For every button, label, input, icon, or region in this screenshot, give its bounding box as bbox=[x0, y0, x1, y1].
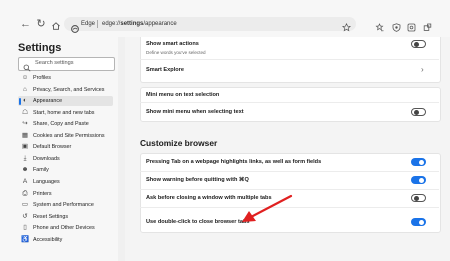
edge-logo-icon bbox=[71, 20, 79, 33]
url-text: edge://settings/appearance bbox=[102, 21, 177, 27]
annotation-arrow-icon bbox=[242, 194, 293, 222]
phone-icon: ▯ bbox=[23, 224, 27, 232]
favorite-star-icon[interactable] bbox=[341, 19, 352, 32]
back-arrow-icon[interactable]: ← bbox=[20, 19, 31, 30]
sidebar-item-privacy-search-and-services[interactable]: Privacy, Search, and Services bbox=[33, 86, 105, 94]
sidebar-item-profiles[interactable]: Profiles bbox=[33, 74, 51, 82]
row-divider bbox=[140, 189, 439, 190]
sidebar-title: Settings bbox=[18, 42, 62, 54]
double-click-close-label: Use double-click to close browser tabs bbox=[146, 219, 250, 225]
sidebar-item-share-copy-and-paste[interactable]: Share, Copy and Paste bbox=[33, 120, 89, 128]
sidebar-item-start-home-and-new-tabs[interactable]: Start, home and new tabs bbox=[33, 109, 94, 117]
sidebar-item-accessibility[interactable]: Accessibility bbox=[33, 236, 62, 244]
smart-actions-toggle[interactable] bbox=[411, 40, 426, 48]
sidebar-item-languages[interactable]: Languages bbox=[33, 178, 60, 186]
url-suffix: /appearance bbox=[143, 20, 177, 27]
printer-icon: ⎙ bbox=[22, 189, 28, 197]
row-divider bbox=[140, 171, 439, 172]
search-icon bbox=[23, 59, 31, 72]
cookie-icon: ▦ bbox=[21, 131, 29, 139]
customize-browser-heading: Customize browser bbox=[140, 138, 218, 148]
collections-icon[interactable] bbox=[407, 19, 416, 32]
accessibility-icon: ♿ bbox=[21, 235, 30, 243]
close-multiple-toggle[interactable] bbox=[411, 194, 426, 202]
smart-explore-label: Smart Explore bbox=[146, 67, 184, 73]
favorites-icon[interactable] bbox=[375, 19, 384, 32]
toggle-knob bbox=[413, 109, 419, 115]
extensions-icon[interactable] bbox=[423, 19, 432, 31]
url-bold: settings bbox=[120, 20, 144, 27]
mini-menu-label: Mini menu on text selection bbox=[146, 92, 220, 98]
sidebar-item-system-and-performance[interactable]: System and Performance bbox=[33, 201, 94, 209]
system-icon: ▭ bbox=[21, 201, 29, 209]
toggle-knob bbox=[413, 41, 419, 47]
double-click-close-toggle[interactable] bbox=[411, 218, 426, 226]
profile-icon: ☺ bbox=[21, 74, 29, 81]
toggle-knob bbox=[419, 219, 424, 225]
row-divider bbox=[140, 59, 439, 60]
home-icon[interactable] bbox=[51, 18, 61, 30]
mini-menu-toggle[interactable] bbox=[411, 108, 426, 116]
download-icon: ⤓ bbox=[23, 154, 27, 162]
share-icon: ↪ bbox=[22, 120, 28, 128]
language-icon: A bbox=[22, 177, 28, 185]
address-separator bbox=[97, 20, 98, 28]
sidebar-item-downloads[interactable]: Downloads bbox=[33, 155, 60, 163]
search-placeholder: Search settings bbox=[35, 60, 74, 66]
sidebar-item-reset-settings[interactable]: Reset Settings bbox=[33, 213, 68, 221]
sidebar-item-cookies-and-site-permissions[interactable]: Cookies and Site Permissions bbox=[33, 132, 105, 140]
tab-highlight-label: Pressing Tab on a webpage highlights lin… bbox=[146, 159, 322, 165]
reset-icon: ↺ bbox=[22, 212, 28, 220]
sidebar-item-appearance[interactable]: Appearance bbox=[33, 97, 62, 105]
tab-highlight-toggle[interactable] bbox=[411, 158, 426, 166]
refresh-icon[interactable]: ↻ bbox=[36, 19, 46, 30]
sidebar-item-printers[interactable]: Printers bbox=[33, 190, 52, 198]
mini-menu-show-label: Show mini menu when selecting text bbox=[146, 109, 244, 115]
quit-warning-toggle[interactable] bbox=[411, 176, 426, 184]
sidebar-item-family[interactable]: Family bbox=[33, 166, 49, 174]
smart-actions-sub: Define words you've selected bbox=[146, 50, 206, 55]
quit-warning-label: Show warning before quitting with ⌘Q bbox=[146, 177, 249, 183]
chevron-right-icon[interactable]: › bbox=[421, 65, 424, 74]
appearance-icon: ◐ bbox=[23, 97, 27, 105]
toggle-knob bbox=[413, 195, 419, 201]
browser-icon: ▣ bbox=[21, 143, 29, 151]
sidebar-item-default-browser[interactable]: Default Browser bbox=[33, 143, 71, 151]
family-icon: ☻ bbox=[21, 166, 29, 174]
shield-icon[interactable] bbox=[392, 19, 401, 32]
sidebar-item-phone-and-other-devices[interactable]: Phone and Other Devices bbox=[33, 224, 95, 232]
browser-brand: Edge bbox=[81, 20, 96, 27]
url-prefix: edge:// bbox=[102, 20, 121, 27]
sidebar-scrollbar[interactable] bbox=[118, 37, 125, 261]
home-icon: ☖ bbox=[22, 108, 28, 116]
row-divider bbox=[140, 102, 439, 103]
lock-icon: ⌂ bbox=[23, 85, 27, 93]
toggle-knob bbox=[419, 177, 424, 183]
smart-actions-label: Show smart actions bbox=[146, 41, 199, 47]
toggle-knob bbox=[419, 159, 424, 165]
